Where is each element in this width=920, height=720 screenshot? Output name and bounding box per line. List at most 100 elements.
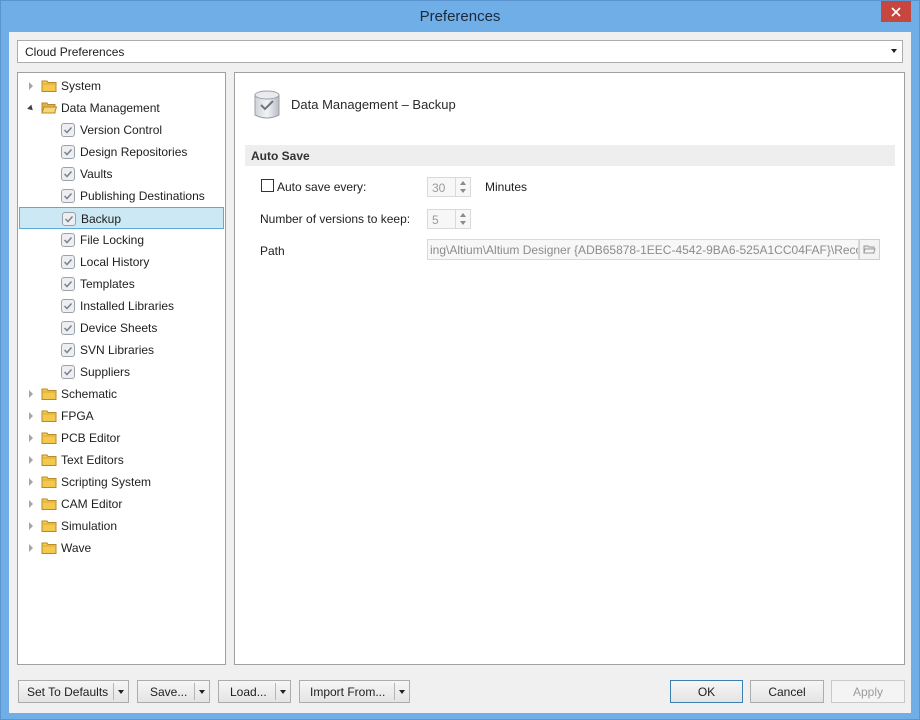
auto-save-label[interactable]: Auto save every: (277, 180, 366, 194)
stepper-down-icon[interactable] (460, 221, 466, 225)
path-field[interactable]: ing\Altium\Altium Designer {ADB65878-1EE… (427, 239, 859, 260)
auto-save-interval-value: 30 (432, 181, 446, 195)
path-label: Path (260, 244, 285, 258)
tree-item-label: Device Sheets (80, 321, 158, 335)
chevron-down-icon[interactable] (199, 690, 205, 694)
tree-item-installed-libraries[interactable]: Installed Libraries (19, 295, 224, 317)
folder-icon (41, 518, 57, 534)
collapsed-triangle-icon[interactable] (29, 456, 33, 464)
chevron-down-icon[interactable] (891, 49, 897, 53)
folder-icon (41, 452, 57, 468)
folder-icon (41, 540, 57, 556)
tree-item-file-locking[interactable]: File Locking (19, 229, 224, 251)
tree-item-label: CAM Editor (61, 497, 123, 511)
save-button[interactable]: Save... (137, 680, 210, 703)
preferences-window: Preferences Cloud Preferences System Data… (0, 0, 920, 720)
cancel-button[interactable]: Cancel (750, 680, 824, 703)
tree-item-pcb-editor[interactable]: PCB Editor (19, 427, 224, 449)
tree-item-suppliers[interactable]: Suppliers (19, 361, 224, 383)
tree-item-label: PCB Editor (61, 431, 121, 445)
folder-icon (41, 430, 57, 446)
tree-item-vaults[interactable]: Vaults (19, 163, 224, 185)
tree-item-cam-editor[interactable]: CAM Editor (19, 493, 224, 515)
tree-item-schematic[interactable]: Schematic (19, 383, 224, 405)
versions-value: 5 (432, 213, 439, 227)
tree-item-label: Simulation (61, 519, 118, 533)
collapsed-triangle-icon[interactable] (29, 434, 33, 442)
stepper-buttons (455, 178, 470, 196)
preference-page-icon (60, 342, 76, 358)
tree-item-label: Version Control (80, 123, 163, 137)
chevron-down-icon[interactable] (118, 690, 124, 694)
collapsed-triangle-icon[interactable] (29, 82, 33, 90)
tree-item-simulation[interactable]: Simulation (19, 515, 224, 537)
versions-label: Number of versions to keep: (260, 212, 411, 226)
preference-page-icon (61, 211, 77, 227)
auto-save-unit: Minutes (485, 180, 528, 194)
ok-button[interactable]: OK (670, 680, 743, 703)
versions-stepper[interactable]: 5 (427, 209, 471, 229)
database-icon (254, 90, 280, 119)
save-label: Save... (150, 684, 188, 699)
tree-item-label: SVN Libraries (80, 343, 155, 357)
stepper-up-icon[interactable] (460, 181, 466, 185)
stepper-buttons (455, 210, 470, 228)
tree-item-svn-libraries[interactable]: SVN Libraries (19, 339, 224, 361)
auto-save-interval-stepper[interactable]: 30 (427, 177, 471, 197)
title-bar[interactable]: Preferences (1, 1, 919, 33)
window-title: Preferences (419, 8, 501, 25)
import-from-label: Import From... (310, 684, 386, 699)
split-divider (394, 683, 395, 700)
import-from-button[interactable]: Import From... (299, 680, 410, 703)
set-to-defaults-button[interactable]: Set To Defaults (18, 680, 129, 703)
split-divider (194, 683, 195, 700)
collapsed-triangle-icon[interactable] (29, 500, 33, 508)
preference-page-icon (60, 298, 76, 314)
close-button[interactable] (881, 1, 911, 22)
tree-item-backup[interactable]: Backup (19, 207, 224, 229)
tree-item-local-history[interactable]: Local History (19, 251, 224, 273)
tree-item-label: Vaults (80, 167, 113, 181)
folder-open-icon (863, 245, 876, 254)
tree-item-templates[interactable]: Templates (19, 273, 224, 295)
preference-page-icon (60, 320, 76, 336)
tree-item-label: Backup (81, 212, 122, 226)
auto-save-checkbox[interactable] (261, 179, 274, 192)
tree-item-label: Data Management (61, 101, 160, 115)
collapsed-triangle-icon[interactable] (29, 522, 33, 530)
content-panel: Data Management – Backup Auto Save Auto … (234, 72, 905, 665)
tree-item-label: Local History (80, 255, 150, 269)
chevron-down-icon[interactable] (399, 690, 405, 694)
preference-page-icon (60, 254, 76, 270)
apply-button[interactable]: Apply (831, 680, 905, 703)
section-header-auto-save: Auto Save (245, 145, 895, 166)
expanded-triangle-icon[interactable] (27, 104, 35, 113)
tree-item-label: Scripting System (61, 475, 152, 489)
tree-item-system[interactable]: System (19, 75, 224, 97)
preference-page-icon (60, 122, 76, 138)
stepper-up-icon[interactable] (460, 213, 466, 217)
preference-page-icon (60, 188, 76, 204)
tree-item-publishing-destinations[interactable]: Publishing Destinations (19, 185, 224, 207)
tree-item-version-control[interactable]: Version Control (19, 119, 224, 141)
collapsed-triangle-icon[interactable] (29, 412, 33, 420)
collapsed-triangle-icon[interactable] (29, 390, 33, 398)
browse-folder-button[interactable] (859, 239, 880, 260)
load-button[interactable]: Load... (218, 680, 291, 703)
split-divider (275, 683, 276, 700)
tree-item-fpga[interactable]: FPGA (19, 405, 224, 427)
tree-item-scripting-system[interactable]: Scripting System (19, 471, 224, 493)
tree-item-design-repositories[interactable]: Design Repositories (19, 141, 224, 163)
tree-item-text-editors[interactable]: Text Editors (19, 449, 224, 471)
tree-item-wave[interactable]: Wave (19, 537, 224, 559)
chevron-down-icon[interactable] (280, 690, 286, 694)
folder-icon (41, 386, 57, 402)
page-title: Data Management – Backup (291, 97, 456, 112)
tree-item-data-management[interactable]: Data Management (19, 97, 224, 119)
stepper-down-icon[interactable] (460, 189, 466, 193)
category-combo[interactable]: Cloud Preferences (17, 40, 903, 63)
collapsed-triangle-icon[interactable] (29, 544, 33, 552)
tree-item-device-sheets[interactable]: Device Sheets (19, 317, 224, 339)
collapsed-triangle-icon[interactable] (29, 478, 33, 486)
preferences-tree[interactable]: System Data Management Version Control Desi… (17, 72, 226, 665)
